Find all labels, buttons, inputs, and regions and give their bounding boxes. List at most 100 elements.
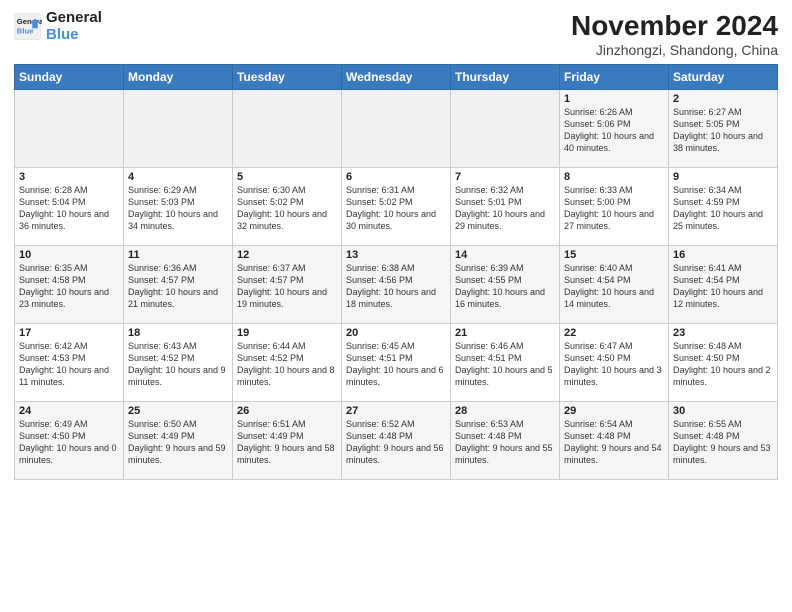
logo-icon: General Blue [14, 13, 42, 41]
logo: General Blue General Blue [14, 10, 102, 43]
day-info: Sunrise: 6:30 AM Sunset: 5:02 PM Dayligh… [237, 184, 337, 233]
calendar-cell [233, 90, 342, 168]
calendar-cell: 12Sunrise: 6:37 AM Sunset: 4:57 PM Dayli… [233, 246, 342, 324]
calendar-cell [451, 90, 560, 168]
day-info: Sunrise: 6:40 AM Sunset: 4:54 PM Dayligh… [564, 262, 664, 311]
calendar-cell: 3Sunrise: 6:28 AM Sunset: 5:04 PM Daylig… [15, 168, 124, 246]
day-number: 27 [346, 405, 446, 417]
calendar-cell: 28Sunrise: 6:53 AM Sunset: 4:48 PM Dayli… [451, 402, 560, 480]
header-thursday: Thursday [451, 65, 560, 90]
calendar-cell: 27Sunrise: 6:52 AM Sunset: 4:48 PM Dayli… [342, 402, 451, 480]
day-info: Sunrise: 6:51 AM Sunset: 4:49 PM Dayligh… [237, 418, 337, 467]
day-number: 9 [673, 171, 773, 183]
header-wednesday: Wednesday [342, 65, 451, 90]
day-info: Sunrise: 6:43 AM Sunset: 4:52 PM Dayligh… [128, 340, 228, 389]
day-info: Sunrise: 6:52 AM Sunset: 4:48 PM Dayligh… [346, 418, 446, 467]
calendar-cell: 25Sunrise: 6:50 AM Sunset: 4:49 PM Dayli… [124, 402, 233, 480]
calendar-cell: 6Sunrise: 6:31 AM Sunset: 5:02 PM Daylig… [342, 168, 451, 246]
day-number: 29 [564, 405, 664, 417]
calendar-cell: 21Sunrise: 6:46 AM Sunset: 4:51 PM Dayli… [451, 324, 560, 402]
header-saturday: Saturday [669, 65, 778, 90]
calendar-cell: 18Sunrise: 6:43 AM Sunset: 4:52 PM Dayli… [124, 324, 233, 402]
day-info: Sunrise: 6:53 AM Sunset: 4:48 PM Dayligh… [455, 418, 555, 467]
day-info: Sunrise: 6:38 AM Sunset: 4:56 PM Dayligh… [346, 262, 446, 311]
calendar-cell: 10Sunrise: 6:35 AM Sunset: 4:58 PM Dayli… [15, 246, 124, 324]
day-number: 4 [128, 171, 228, 183]
header-friday: Friday [560, 65, 669, 90]
calendar-cell: 5Sunrise: 6:30 AM Sunset: 5:02 PM Daylig… [233, 168, 342, 246]
page-title: November 2024 [571, 10, 778, 42]
calendar-cell: 22Sunrise: 6:47 AM Sunset: 4:50 PM Dayli… [560, 324, 669, 402]
day-number: 8 [564, 171, 664, 183]
day-info: Sunrise: 6:31 AM Sunset: 5:02 PM Dayligh… [346, 184, 446, 233]
calendar-cell: 29Sunrise: 6:54 AM Sunset: 4:48 PM Dayli… [560, 402, 669, 480]
calendar-table: SundayMondayTuesdayWednesdayThursdayFrid… [14, 64, 778, 480]
main-container: General Blue General Blue November 2024 … [0, 0, 792, 488]
header-monday: Monday [124, 65, 233, 90]
day-number: 1 [564, 93, 664, 105]
calendar-week-5: 24Sunrise: 6:49 AM Sunset: 4:50 PM Dayli… [15, 402, 778, 480]
day-info: Sunrise: 6:28 AM Sunset: 5:04 PM Dayligh… [19, 184, 119, 233]
calendar-cell: 2Sunrise: 6:27 AM Sunset: 5:05 PM Daylig… [669, 90, 778, 168]
day-info: Sunrise: 6:37 AM Sunset: 4:57 PM Dayligh… [237, 262, 337, 311]
day-number: 10 [19, 249, 119, 261]
calendar-cell: 23Sunrise: 6:48 AM Sunset: 4:50 PM Dayli… [669, 324, 778, 402]
day-number: 16 [673, 249, 773, 261]
calendar-cell: 7Sunrise: 6:32 AM Sunset: 5:01 PM Daylig… [451, 168, 560, 246]
calendar-cell: 20Sunrise: 6:45 AM Sunset: 4:51 PM Dayli… [342, 324, 451, 402]
calendar-week-4: 17Sunrise: 6:42 AM Sunset: 4:53 PM Dayli… [15, 324, 778, 402]
header: General Blue General Blue November 2024 … [14, 10, 778, 58]
day-info: Sunrise: 6:42 AM Sunset: 4:53 PM Dayligh… [19, 340, 119, 389]
calendar-header-row: SundayMondayTuesdayWednesdayThursdayFrid… [15, 65, 778, 90]
day-number: 22 [564, 327, 664, 339]
day-info: Sunrise: 6:34 AM Sunset: 4:59 PM Dayligh… [673, 184, 773, 233]
day-info: Sunrise: 6:48 AM Sunset: 4:50 PM Dayligh… [673, 340, 773, 389]
day-info: Sunrise: 6:46 AM Sunset: 4:51 PM Dayligh… [455, 340, 555, 389]
calendar-cell: 15Sunrise: 6:40 AM Sunset: 4:54 PM Dayli… [560, 246, 669, 324]
calendar-week-2: 3Sunrise: 6:28 AM Sunset: 5:04 PM Daylig… [15, 168, 778, 246]
day-info: Sunrise: 6:54 AM Sunset: 4:48 PM Dayligh… [564, 418, 664, 467]
calendar-cell: 24Sunrise: 6:49 AM Sunset: 4:50 PM Dayli… [15, 402, 124, 480]
day-info: Sunrise: 6:41 AM Sunset: 4:54 PM Dayligh… [673, 262, 773, 311]
title-block: November 2024 Jinzhongzi, Shandong, Chin… [571, 10, 778, 58]
day-info: Sunrise: 6:35 AM Sunset: 4:58 PM Dayligh… [19, 262, 119, 311]
day-number: 7 [455, 171, 555, 183]
day-number: 30 [673, 405, 773, 417]
calendar-cell: 26Sunrise: 6:51 AM Sunset: 4:49 PM Dayli… [233, 402, 342, 480]
day-info: Sunrise: 6:49 AM Sunset: 4:50 PM Dayligh… [19, 418, 119, 467]
calendar-cell: 19Sunrise: 6:44 AM Sunset: 4:52 PM Dayli… [233, 324, 342, 402]
calendar-cell: 8Sunrise: 6:33 AM Sunset: 5:00 PM Daylig… [560, 168, 669, 246]
day-number: 12 [237, 249, 337, 261]
day-number: 17 [19, 327, 119, 339]
logo-text-general: General [46, 10, 102, 27]
calendar-cell: 1Sunrise: 6:26 AM Sunset: 5:06 PM Daylig… [560, 90, 669, 168]
day-info: Sunrise: 6:39 AM Sunset: 4:55 PM Dayligh… [455, 262, 555, 311]
header-sunday: Sunday [15, 65, 124, 90]
day-info: Sunrise: 6:32 AM Sunset: 5:01 PM Dayligh… [455, 184, 555, 233]
day-number: 20 [346, 327, 446, 339]
day-info: Sunrise: 6:44 AM Sunset: 4:52 PM Dayligh… [237, 340, 337, 389]
day-number: 18 [128, 327, 228, 339]
calendar-cell: 13Sunrise: 6:38 AM Sunset: 4:56 PM Dayli… [342, 246, 451, 324]
header-tuesday: Tuesday [233, 65, 342, 90]
day-number: 3 [19, 171, 119, 183]
calendar-cell: 14Sunrise: 6:39 AM Sunset: 4:55 PM Dayli… [451, 246, 560, 324]
calendar-cell: 11Sunrise: 6:36 AM Sunset: 4:57 PM Dayli… [124, 246, 233, 324]
day-info: Sunrise: 6:26 AM Sunset: 5:06 PM Dayligh… [564, 106, 664, 155]
calendar-cell [124, 90, 233, 168]
day-number: 6 [346, 171, 446, 183]
day-info: Sunrise: 6:29 AM Sunset: 5:03 PM Dayligh… [128, 184, 228, 233]
logo-text-blue: Blue [46, 27, 102, 44]
day-info: Sunrise: 6:27 AM Sunset: 5:05 PM Dayligh… [673, 106, 773, 155]
page-subtitle: Jinzhongzi, Shandong, China [571, 42, 778, 58]
calendar-cell: 17Sunrise: 6:42 AM Sunset: 4:53 PM Dayli… [15, 324, 124, 402]
calendar-cell: 9Sunrise: 6:34 AM Sunset: 4:59 PM Daylig… [669, 168, 778, 246]
day-number: 13 [346, 249, 446, 261]
day-info: Sunrise: 6:36 AM Sunset: 4:57 PM Dayligh… [128, 262, 228, 311]
day-number: 11 [128, 249, 228, 261]
svg-text:Blue: Blue [17, 26, 34, 35]
day-number: 15 [564, 249, 664, 261]
day-info: Sunrise: 6:47 AM Sunset: 4:50 PM Dayligh… [564, 340, 664, 389]
day-number: 23 [673, 327, 773, 339]
day-number: 21 [455, 327, 555, 339]
